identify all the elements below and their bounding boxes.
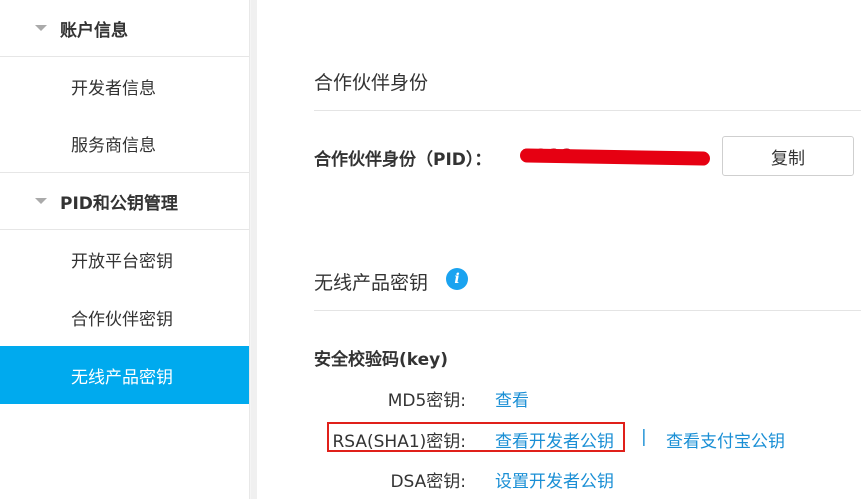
divider	[314, 110, 861, 111]
divider	[314, 310, 861, 311]
key-title: 安全校验码(key)	[314, 350, 448, 370]
rsa-label: RSA(SHA1)密钥:	[332, 432, 466, 452]
sidebar-item-partner-key[interactable]: 合作伙伴密钥	[0, 288, 249, 346]
pid-label: 合作伙伴身份（PID）：	[314, 150, 492, 170]
set-developer-public-key-link[interactable]: 设置开发者公钥	[495, 467, 614, 492]
copy-button[interactable]: 复制	[722, 136, 854, 176]
sidebar-item-label: 开发者信息	[71, 78, 156, 99]
sidebar: 账户信息 开发者信息 服务商信息 PID和公钥管理 开放平台密钥 合作伙伴密钥 …	[0, 0, 250, 499]
sidebar-item-service-provider-info[interactable]: 服务商信息	[0, 115, 249, 173]
caret-down-icon	[35, 198, 47, 204]
md5-label: MD5密钥:	[387, 391, 466, 411]
sidebar-group-label: PID和公钥管理	[60, 193, 178, 214]
sidebar-group-pid-key-management[interactable]: PID和公钥管理	[0, 173, 249, 230]
info-icon[interactable]: i	[446, 268, 468, 290]
link-separator: |	[641, 427, 647, 447]
view-alipay-public-key-link[interactable]: 查看支付宝公钥	[666, 427, 785, 452]
sidebar-group-label: 账户信息	[60, 20, 128, 41]
partner-section-title: 合作伙伴身份	[314, 72, 429, 94]
sidebar-item-label: 服务商信息	[71, 136, 156, 156]
md5-view-link[interactable]: 查看	[495, 386, 529, 411]
main-panel: 合作伙伴身份 合作伙伴身份（PID）： 2088…… 复制 无线产品密钥 i 安…	[251, 0, 861, 499]
sidebar-item-label: 开放平台密钥	[71, 251, 173, 272]
sidebar-item-wireless-product-key[interactable]: 无线产品密钥	[0, 346, 249, 404]
dsa-label: DSA密钥:	[390, 472, 466, 492]
wireless-section-title: 无线产品密钥	[314, 272, 429, 294]
sidebar-item-label: 合作伙伴密钥	[71, 309, 173, 330]
sidebar-item-developer-info[interactable]: 开发者信息	[0, 57, 249, 115]
sidebar-item-label: 无线产品密钥	[71, 367, 173, 388]
sidebar-item-open-platform-key[interactable]: 开放平台密钥	[0, 230, 249, 288]
sidebar-group-account-info[interactable]: 账户信息	[0, 0, 249, 57]
caret-down-icon	[35, 25, 47, 31]
view-developer-public-key-link[interactable]: 查看开发者公钥	[495, 427, 614, 452]
